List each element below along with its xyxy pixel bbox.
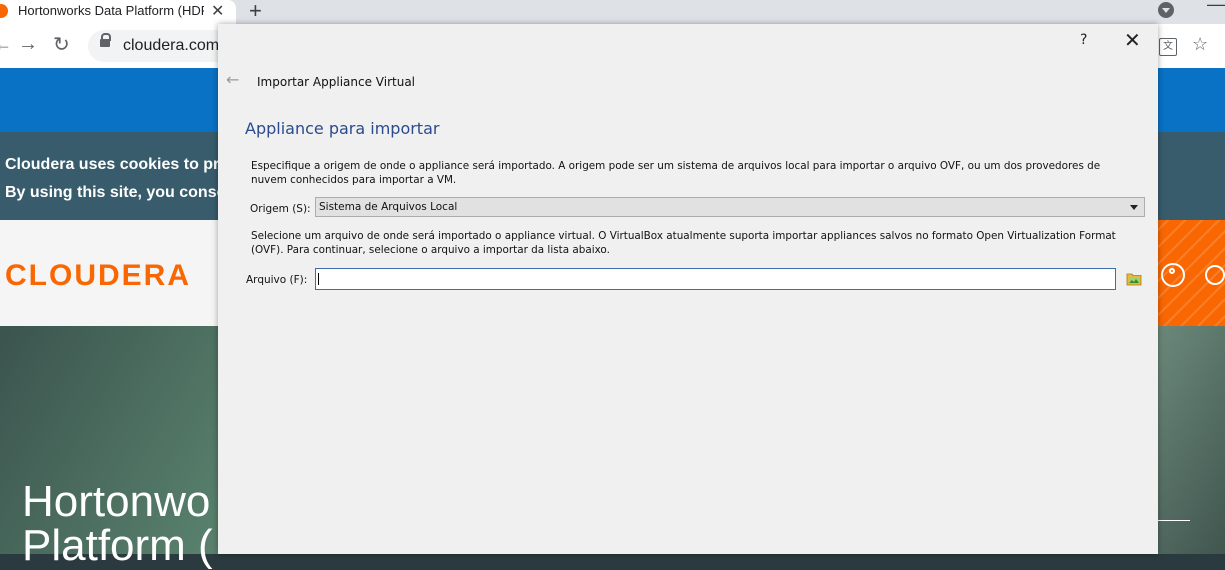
user-icon[interactable] [1161,263,1185,287]
import-appliance-dialog: ? ✕ ← Importar Appliance Virtual Applian… [218,24,1158,554]
cookie-text-line-1: Cloudera uses cookies to pro [5,156,230,173]
new-tab-button[interactable]: + [249,0,262,24]
star-icon[interactable]: ☆ [1192,34,1208,55]
chevron-down-icon [1130,205,1138,210]
forward-button[interactable]: → [18,33,38,56]
file-label: Arquivo (F): [246,274,308,286]
tab-bar: Hortonworks Data Platform (HDP ✕ + — [0,0,1225,24]
header-action-panel [1150,220,1225,326]
close-button[interactable]: ✕ [1124,28,1141,52]
cookie-text-line-2: By using this site, you conser [5,184,232,201]
origin-select[interactable]: Sistema de Arquivos Local [315,197,1145,217]
text-caret [318,273,319,285]
window-minimize-button[interactable]: — [1207,0,1225,15]
file-path-input[interactable] [315,268,1116,290]
help-button[interactable]: ? [1080,32,1087,48]
section-title: Appliance para importar [245,119,440,138]
origin-description: Especifique a origem de onde o appliance… [251,160,1101,186]
tab-close-icon[interactable]: ✕ [211,1,224,21]
browser-tab[interactable]: Hortonworks Data Platform (HDP ✕ [0,0,236,24]
search-icon[interactable] [1205,265,1225,285]
file-description: Selecione um arquivo de onde será import… [251,230,1116,256]
cloudera-favicon-icon [0,4,8,18]
translate-icon[interactable]: 文 [1159,38,1177,56]
dialog-title: Importar Appliance Virtual [257,75,416,89]
lock-icon[interactable] [100,33,111,47]
reload-button[interactable]: ↻ [53,32,70,57]
back-button[interactable]: ← [0,34,12,55]
origin-label: Origem (S): [250,203,311,215]
tab-title: Hortonworks Data Platform (HDP [18,3,204,18]
url-text: cloudera.com/ [123,37,224,54]
folder-open-icon[interactable] [1126,272,1142,286]
origin-selected-value: Sistema de Arquivos Local [319,201,458,213]
tab-search-icon[interactable] [1158,2,1174,18]
cloudera-logo[interactable]: CLOUDERA [5,259,191,293]
hero-title: Hortonwo Platform ( [22,477,213,570]
back-arrow-icon[interactable]: ← [226,70,239,89]
hero-divider [1158,520,1190,521]
